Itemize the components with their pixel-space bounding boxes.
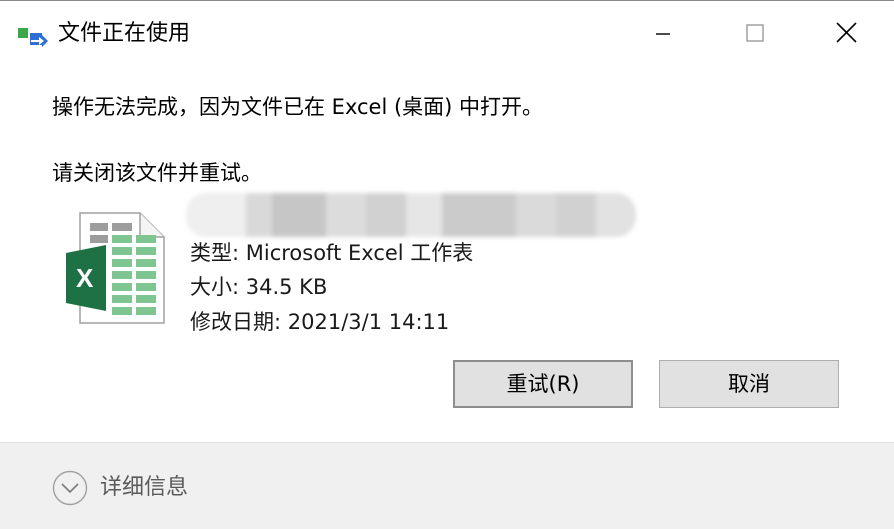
svg-text:X: X [76,263,94,293]
retry-button-label: 重试(R) [506,372,580,396]
chevron-down-icon[interactable] [52,470,88,506]
error-message: 操作无法完成，因为文件已在 Excel (桌面) 中打开。 [52,95,544,119]
file-type-label: 类型: Microsoft Excel 工作表 [190,241,474,265]
title-bar[interactable]: 文件正在使用 [0,1,894,65]
cancel-button-label: 取消 [728,372,770,396]
maximize-button[interactable] [706,1,802,65]
dialog-footer: 详细信息 [0,442,894,529]
window-title: 文件正在使用 [58,21,191,46]
minimize-button[interactable] [614,1,710,65]
instruction-message: 请关闭该文件并重试。 [52,161,262,185]
file-date-label: 修改日期: 2021/3/1 14:11 [190,310,450,334]
cancel-button[interactable]: 取消 [659,360,839,408]
retry-button[interactable]: 重试(R) [453,360,633,408]
file-in-use-dialog: 文件正在使用 操作无法完成，因为文件已在 Excel (桌面) 中打开。 请关闭… [0,0,894,529]
details-label[interactable]: 详细信息 [100,473,188,503]
close-button[interactable] [798,1,894,65]
maximize-icon [746,24,764,42]
file-size-label: 大小: 34.5 KB [190,275,328,299]
redacted-filename [186,193,636,237]
file-transfer-icon [18,25,48,49]
excel-file-icon: X [64,211,166,327]
close-icon [836,22,857,43]
